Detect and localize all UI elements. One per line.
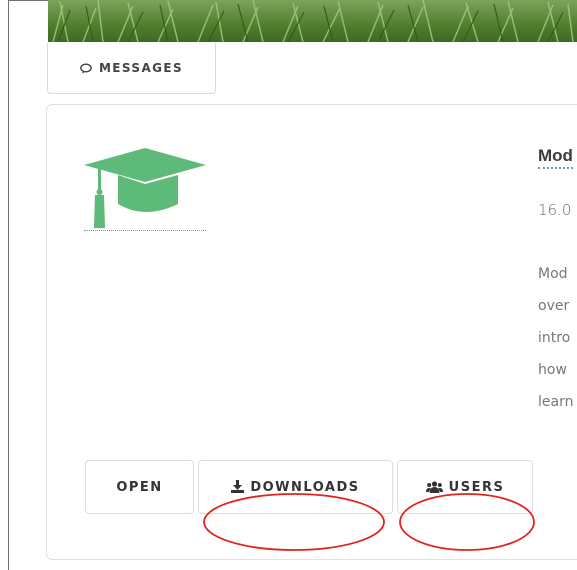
graduation-cap-icon [84,148,206,234]
banner-image [48,0,577,42]
users-icon [425,478,443,497]
module-thumbnail-link[interactable] [84,148,206,231]
open-button-label: OPEN [116,479,163,495]
open-button[interactable]: OPEN [85,460,194,514]
module-date: 16.0 [538,201,572,219]
module-description-line: learn [538,394,574,410]
users-button-label: USERS [448,479,505,495]
frame-left-border [8,0,9,570]
module-title-link[interactable]: Mod [538,146,573,169]
module-description-line: intro [538,330,571,346]
tab-messages[interactable]: MESSAGES [47,43,216,94]
download-icon [231,478,245,497]
downloads-button[interactable]: DOWNLOADS [198,460,393,514]
comments-icon [80,59,93,78]
module-description-line: over [538,298,570,314]
tab-messages-label: MESSAGES [98,61,184,75]
users-button[interactable]: USERS [397,460,533,514]
module-description-line: Mod [538,266,568,282]
downloads-button-label: DOWNLOADS [250,479,360,495]
module-description-line: how [538,362,567,378]
